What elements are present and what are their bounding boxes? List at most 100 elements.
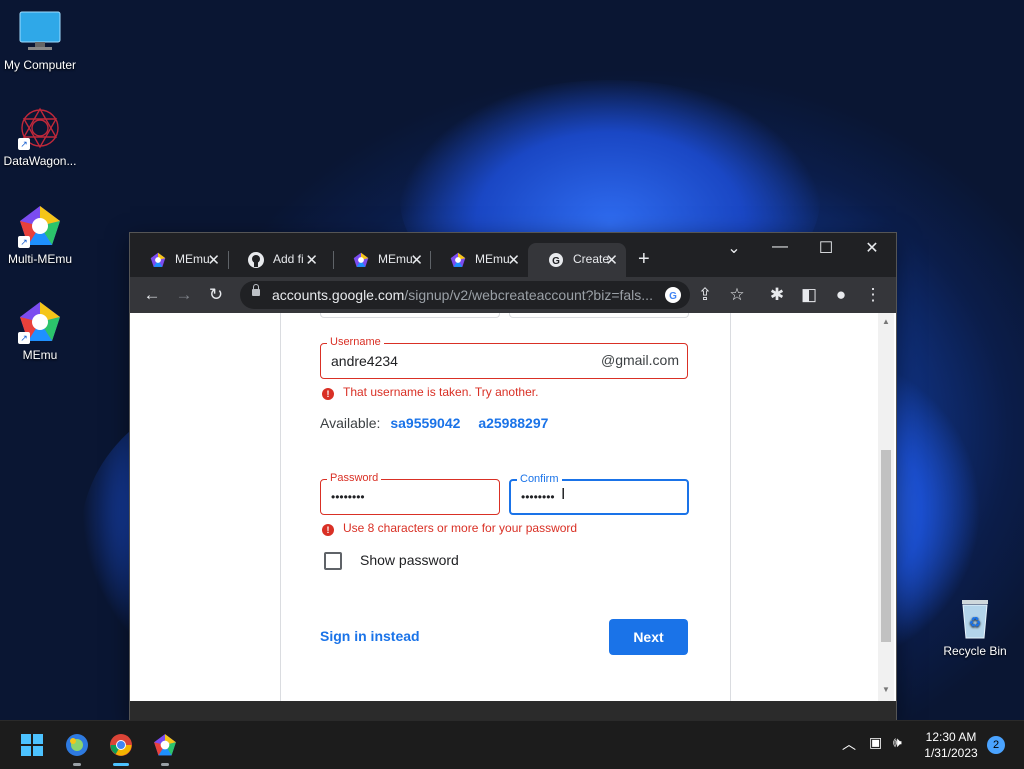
memu-icon: ↗: [18, 300, 62, 344]
first-name-field[interactable]: [320, 313, 500, 318]
svg-text:♻: ♻: [969, 615, 982, 631]
tab-search-icon[interactable]: ⌄: [719, 238, 749, 258]
next-button[interactable]: Next: [609, 619, 688, 655]
browser-bottom-bar: [130, 701, 896, 720]
desktop-icon-datawagon[interactable]: ↗ DataWagon...: [0, 106, 80, 168]
monitor-icon: [18, 10, 62, 54]
confirm-password-field[interactable]: Confirm •••••••• I: [509, 473, 689, 515]
url-text: accounts.google.com/signup/v2/webcreatea…: [272, 287, 653, 303]
recycle-bin-icon: ♻: [953, 596, 997, 640]
minimize-icon[interactable]: —: [765, 238, 795, 256]
url-domain: accounts.google.com: [272, 287, 405, 303]
bookmark-star-icon[interactable]: ☆: [725, 283, 749, 307]
memu-icon: [150, 252, 166, 268]
show-hidden-icons-icon[interactable]: ︿: [842, 734, 856, 754]
scrollbar-thumb[interactable]: [881, 450, 891, 642]
clock-date: 1/31/2023: [924, 746, 978, 760]
page-viewport: Username andre4234 @gmail.com ! That user…: [130, 313, 896, 701]
suggestion-link[interactable]: a25988297: [478, 415, 548, 431]
forward-icon[interactable]: →: [172, 283, 196, 307]
page-scrollbar[interactable]: ▲ ▼: [878, 313, 894, 701]
notification-badge[interactable]: 2: [987, 736, 1005, 754]
running-indicator: [73, 763, 81, 766]
desktop-icon-label: My Computer: [3, 58, 77, 72]
shortcut-arrow-icon: ↗: [18, 236, 30, 248]
extensions-icon[interactable]: ✱: [765, 283, 789, 307]
svg-text:G: G: [552, 256, 560, 267]
close-tab-icon[interactable]: ✕: [207, 251, 220, 269]
available-label: Available:: [320, 415, 381, 431]
google-icon: G: [548, 252, 564, 268]
show-password-checkbox[interactable]: [324, 552, 342, 570]
active-app-indicator: [113, 763, 129, 766]
scroll-down-icon[interactable]: ▼: [878, 685, 894, 694]
memu-taskbar-icon[interactable]: [153, 733, 177, 757]
volume-icon[interactable]: 🕪: [893, 734, 902, 751]
username-error-text: That username is taken. Try another.: [343, 385, 539, 399]
browser-toolbar: ← → ↻ accounts.google.com/signup/v2/webc…: [130, 277, 896, 313]
show-password-label[interactable]: Show password: [360, 552, 459, 568]
desktop-icon-recycle-bin[interactable]: ♻ Recycle Bin: [935, 596, 1015, 658]
desktop-icon-memu[interactable]: ↗ MEmu: [0, 300, 80, 362]
maximize-icon[interactable]: ☐: [811, 238, 841, 258]
sign-in-instead-link[interactable]: Sign in instead: [320, 628, 420, 644]
error-icon: !: [322, 388, 334, 400]
chrome-taskbar-icon[interactable]: [109, 733, 133, 757]
password-label: Password: [327, 472, 382, 484]
username-error: ! That username is taken. Try another.: [322, 385, 538, 400]
lock-icon: [252, 284, 260, 296]
password-field[interactable]: Password ••••••••: [320, 472, 500, 515]
confirm-label: Confirm: [517, 473, 562, 485]
close-tab-icon[interactable]: ✕: [305, 251, 318, 269]
new-tab-button[interactable]: +: [638, 248, 650, 271]
desktop-icon-multi-memu[interactable]: ↗ Multi-MEmu: [0, 204, 80, 266]
multi-memu-icon: ↗: [18, 204, 62, 248]
close-window-icon[interactable]: ✕: [857, 238, 887, 258]
windows-start-icon[interactable]: [20, 733, 44, 757]
menu-icon[interactable]: ⋮: [861, 283, 885, 307]
last-name-field[interactable]: [509, 313, 689, 318]
username-label: Username: [327, 336, 384, 348]
back-icon[interactable]: ←: [140, 283, 164, 307]
address-bar[interactable]: accounts.google.com/signup/v2/webcreatea…: [240, 281, 690, 309]
desktop-icon-label: DataWagon...: [3, 154, 77, 168]
tab-strip: MEmu ✕ Add fi ✕ MEmu ✕ MEmu ✕ G Create ✕…: [130, 233, 896, 277]
svg-text:G: G: [669, 291, 677, 302]
desktop-icon-label: Recycle Bin: [943, 644, 1007, 658]
profile-icon[interactable]: ●: [829, 283, 853, 307]
scroll-up-icon[interactable]: ▲: [878, 317, 894, 326]
taskbar: ︿ ▣ 🕪 12:30 AM 1/31/2023 2: [0, 720, 1024, 769]
close-tab-icon[interactable]: ✕: [507, 251, 520, 269]
multi-memu-taskbar-icon[interactable]: [65, 733, 89, 757]
clock-time: 12:30 AM: [925, 730, 977, 744]
desktop-icon-label: Multi-MEmu: [7, 252, 72, 266]
share-icon[interactable]: ⇪: [693, 283, 717, 307]
datawagon-icon: ↗: [18, 106, 62, 150]
tab-memu-2[interactable]: MEmu ✕: [333, 243, 431, 277]
clock[interactable]: 12:30 AM 1/31/2023: [918, 729, 984, 761]
github-icon: [248, 252, 264, 268]
text-cursor-icon: I: [561, 486, 566, 503]
username-value: andre4234: [331, 353, 398, 369]
tab-github[interactable]: Add fi ✕: [228, 243, 326, 277]
side-panel-icon[interactable]: ◧: [797, 283, 821, 307]
browser-window: MEmu ✕ Add fi ✕ MEmu ✕ MEmu ✕ G Create ✕…: [130, 233, 896, 720]
username-field[interactable]: Username andre4234 @gmail.com: [320, 336, 688, 379]
network-icon[interactable]: ▣: [869, 734, 882, 751]
tab-create-account[interactable]: G Create ✕: [528, 243, 626, 277]
confirm-value: ••••••••: [521, 490, 555, 504]
error-icon: !: [322, 524, 334, 536]
shortcut-arrow-icon: ↗: [18, 138, 30, 150]
desktop-icon-label: MEmu: [22, 348, 58, 362]
desktop-icon-my-computer[interactable]: My Computer: [0, 10, 80, 72]
tab-memu-1[interactable]: MEmu ✕: [130, 243, 228, 277]
reload-icon[interactable]: ↻: [204, 283, 228, 307]
close-tab-icon[interactable]: ✕: [605, 251, 618, 269]
close-tab-icon[interactable]: ✕: [410, 251, 423, 269]
tab-memu-3[interactable]: MEmu ✕: [430, 243, 528, 277]
available-suggestions: Available: sa9559042 a25988297: [320, 415, 556, 431]
google-lens-icon[interactable]: G: [661, 283, 685, 307]
suggestion-link[interactable]: sa9559042: [390, 415, 460, 431]
running-indicator: [161, 763, 169, 766]
password-error: ! Use 8 characters or more for your passw…: [322, 521, 577, 536]
